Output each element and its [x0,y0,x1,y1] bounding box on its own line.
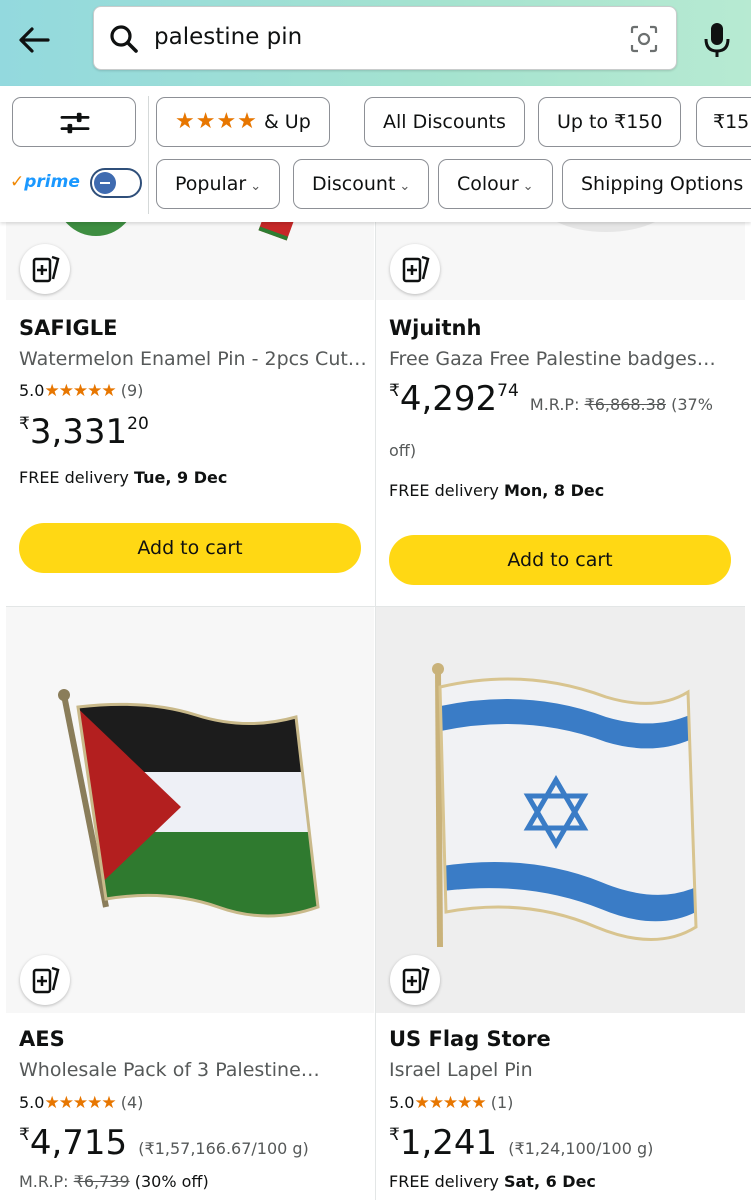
prime-logo: ✓prime [10,172,80,192]
star-rating-icon: ★★★★★ [44,381,116,401]
product-brand: Wjuitnh [389,316,482,340]
chevron-down-icon: ⌄ [399,179,411,194]
palestine-flag-pin-image [58,689,320,918]
product-title[interactable]: Wholesale Pack of 3 Palestine… [19,1059,320,1081]
delivery-info: FREE delivery Mon, 8 Dec [389,481,605,500]
product-rating[interactable]: 5.0★★★★★ (1) [389,1093,513,1113]
chevron-down-icon: ⌄ [250,179,262,194]
product-image[interactable] [376,607,745,1013]
delivery-info: FREE delivery Tue, 9 Dec [19,468,228,487]
star-rating-icon: ★★★★★ [414,1093,486,1113]
camera-lens-icon[interactable] [628,23,660,55]
prime-filter[interactable]: ✓prime [10,168,145,198]
chip-all-discounts[interactable]: All Discounts [364,97,525,147]
compare-add-icon[interactable] [20,244,70,294]
chip-colour[interactable]: Colour ⌄ [438,159,553,209]
stars-icon: ★★★★ [175,109,258,134]
product-brand: US Flag Store [389,1027,551,1051]
chevron-down-icon: ⌄ [522,179,534,194]
sliders-icon [60,112,90,134]
product-title[interactable]: Free Gaza Free Palestine badges… [389,348,716,370]
product-card[interactable]: AES Wholesale Pack of 3 Palestine… 5.0★★… [6,607,374,1200]
divider [148,96,149,214]
compare-add-icon[interactable] [20,955,70,1005]
filter-settings-button[interactable] [12,97,136,147]
product-price: ₹4,29274 M.R.P: ₹6,868.38 (37% [389,379,713,419]
add-to-cart-button[interactable]: Add to cart [19,523,361,573]
israel-flag-pin-image [432,663,698,948]
filter-bar: ✓prime ★★★★ & Up All Discounts Up to ₹15… [0,86,751,222]
add-to-cart-button[interactable]: Add to cart [389,535,731,585]
product-card[interactable]: SAFIGLE Watermelon Enamel Pin - 2pcs Cut… [6,222,374,605]
product-price: ₹1,241 (₹1,24,100/100 g) [389,1123,654,1163]
discount-continued: off) [389,441,417,460]
microphone-icon[interactable] [700,20,734,60]
product-title[interactable]: Israel Lapel Pin [389,1059,533,1081]
compare-add-icon[interactable] [390,244,440,294]
product-brand: AES [19,1027,65,1051]
product-rating[interactable]: 5.0★★★★★ (9) [19,381,143,401]
product-price: ₹3,33120 [19,412,149,452]
product-price: ₹4,715 (₹1,57,166.67/100 g) [19,1123,309,1163]
chip-popular[interactable]: Popular ⌄ [156,159,281,209]
search-header: palestine pin [0,0,751,86]
prime-toggle[interactable] [90,168,142,198]
product-title[interactable]: Watermelon Enamel Pin - 2pcs Cut… [19,348,367,370]
delivery-info: FREE delivery Sat, 6 Dec [389,1172,596,1191]
chip-price-range[interactable]: ₹15 [696,97,751,147]
chip-4-stars-up[interactable]: ★★★★ & Up [156,97,330,147]
compare-add-icon[interactable] [390,955,440,1005]
product-brand: SAFIGLE [19,316,118,340]
search-query: palestine pin [154,24,303,50]
chip-discount[interactable]: Discount ⌄ [293,159,430,209]
star-rating-icon: ★★★★★ [44,1093,116,1113]
product-rating[interactable]: 5.0★★★★★ (4) [19,1093,143,1113]
back-arrow-icon[interactable] [14,20,54,60]
mrp-info: M.R.P: ₹6,739 (30% off) [19,1172,209,1191]
product-card[interactable]: Wjuitnh Free Gaza Free Palestine badges…… [376,222,745,605]
chip-up-to-150[interactable]: Up to ₹150 [538,97,682,147]
search-icon [110,25,138,53]
product-image[interactable] [6,607,374,1013]
chip-shipping-options[interactable]: Shipping Options [562,159,751,209]
product-card[interactable]: US Flag Store Israel Lapel Pin 5.0★★★★★ … [376,607,745,1200]
search-input[interactable]: palestine pin [93,6,677,70]
